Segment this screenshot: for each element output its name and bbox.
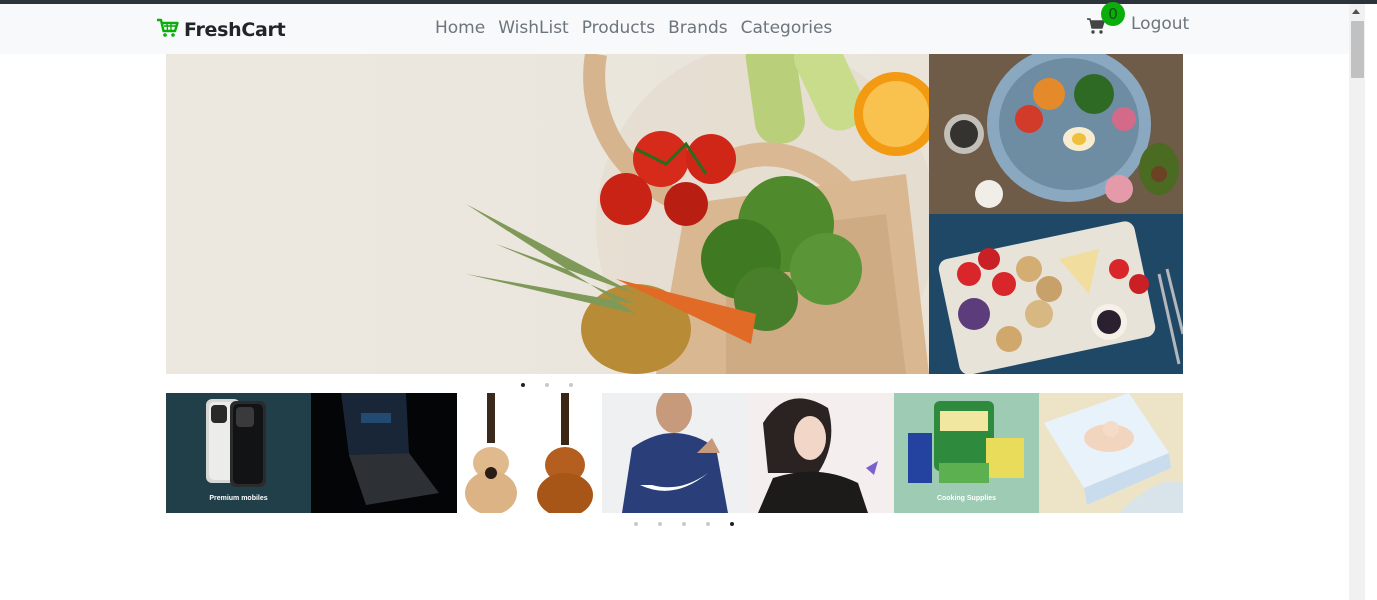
salad-bowl-illustration: [929, 54, 1183, 214]
nav-link-brands[interactable]: Brands: [668, 18, 728, 38]
category-tile-cooking-supplies[interactable]: Cooking Supplies: [894, 393, 1039, 513]
category-tile-guitars[interactable]: [457, 393, 602, 513]
hoodie-model-image: [602, 393, 748, 513]
category-tile-girl-portrait[interactable]: [748, 393, 894, 513]
brand-logo[interactable]: FreshCart: [156, 18, 286, 42]
main-slider-dots: [511, 380, 583, 390]
category-tile-premium-mobiles[interactable]: Premium mobiles: [166, 393, 311, 513]
cart-count-badge: 0: [1101, 2, 1125, 26]
tile-label-cooking-supplies: Cooking Supplies: [936, 495, 997, 502]
category-tile-baby-diapers[interactable]: [1039, 393, 1183, 513]
side-image-salad[interactable]: [929, 54, 1183, 214]
scroll-up-arrow-icon[interactable]: [1352, 9, 1360, 14]
portrait-image: [748, 393, 894, 513]
guitars-image: [457, 393, 602, 513]
main-slider-dot-2[interactable]: [535, 380, 559, 390]
nav-link-products[interactable]: Products: [582, 18, 655, 38]
main-slider-dot-3[interactable]: [559, 380, 583, 390]
vertical-scrollbar[interactable]: [1349, 4, 1365, 600]
shopping-cart-icon: [156, 18, 180, 42]
nav-link-categories[interactable]: Categories: [741, 18, 833, 38]
nav-link-home[interactable]: Home: [435, 18, 485, 38]
tile-label-premium-mobiles: Premium mobiles: [209, 495, 268, 502]
main-slider-image[interactable]: [166, 54, 929, 374]
category-slider-dot-2[interactable]: [648, 519, 672, 529]
category-tile-nike-hoodie[interactable]: [602, 393, 748, 513]
snack-platter-illustration: [929, 214, 1183, 374]
category-tile-laptop[interactable]: [311, 393, 457, 513]
category-slider-dot-5[interactable]: [720, 519, 744, 529]
nav-links: Home WishList Products Brands Categories: [435, 18, 832, 38]
nav-link-wishlist[interactable]: WishList: [498, 18, 569, 38]
diapers-image: [1039, 393, 1183, 513]
main-slider-dot-1[interactable]: [511, 380, 535, 390]
category-slider-dots: [624, 519, 744, 529]
grocery-bag-illustration: [466, 54, 929, 374]
brand-name: FreshCart: [184, 19, 286, 41]
scrollbar-thumb[interactable]: [1351, 21, 1364, 78]
category-slider-dot-3[interactable]: [672, 519, 696, 529]
laptop-image: [311, 393, 457, 513]
category-slider-dot-1[interactable]: [624, 519, 648, 529]
side-image-platter[interactable]: [929, 214, 1183, 374]
logout-link[interactable]: Logout: [1131, 14, 1189, 34]
category-slider-dot-4[interactable]: [696, 519, 720, 529]
